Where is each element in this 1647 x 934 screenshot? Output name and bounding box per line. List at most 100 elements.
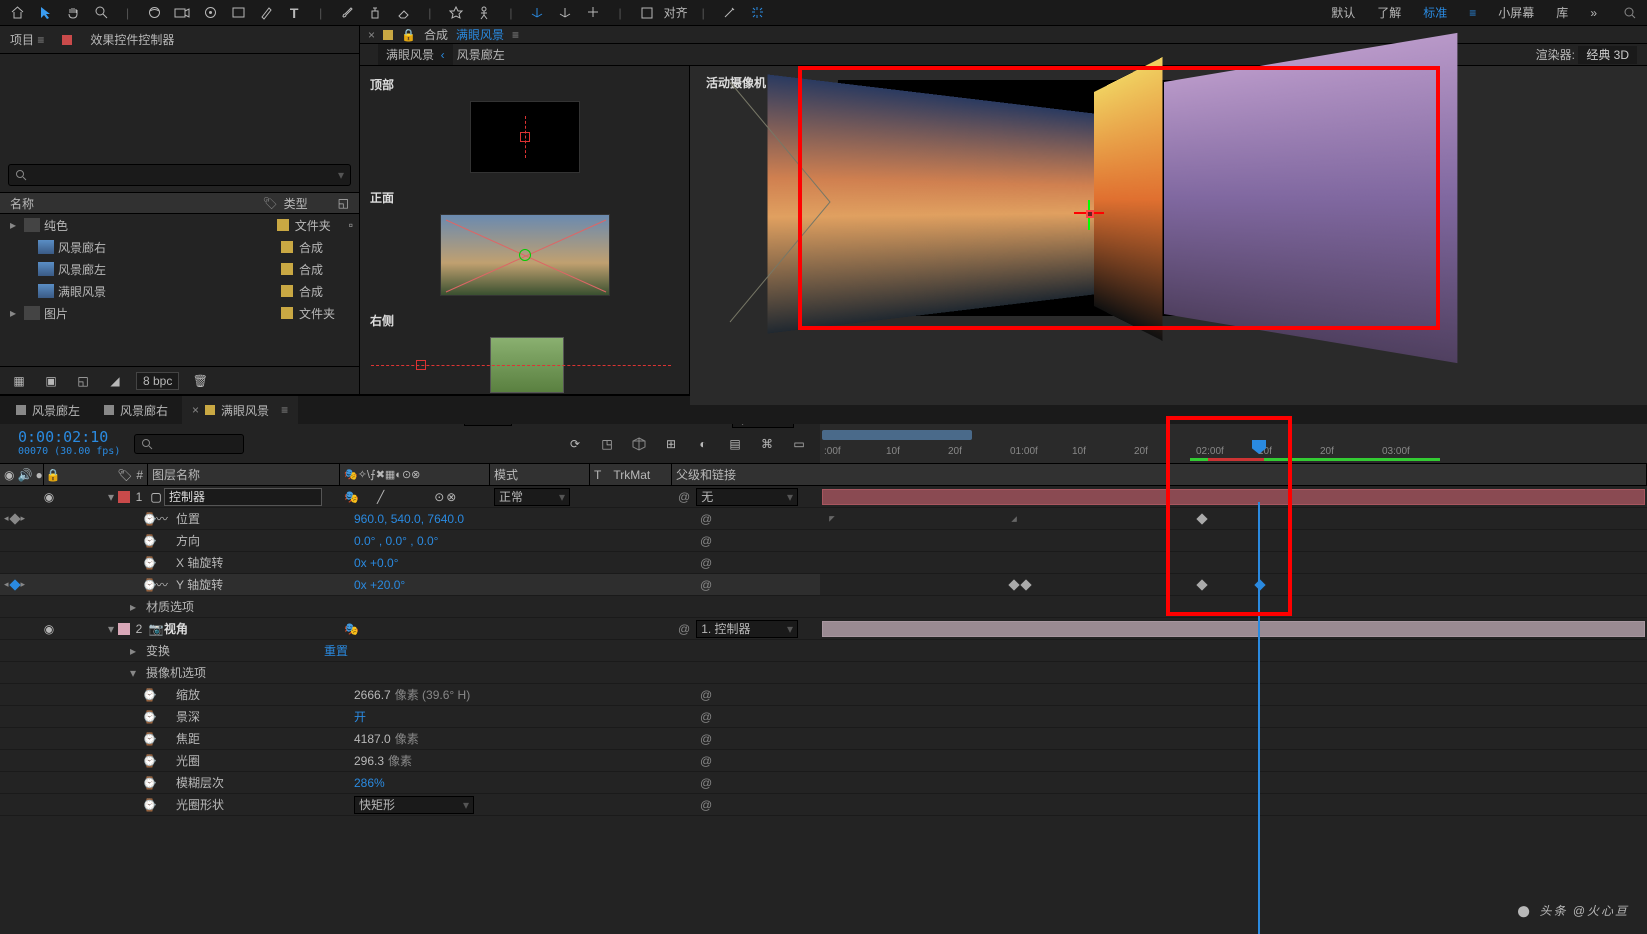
workspace-default[interactable]: 默认	[1331, 4, 1355, 21]
property-row[interactable]: ⌚方向0.0° , 0.0° , 0.0°@	[0, 530, 820, 552]
axis-world-icon[interactable]	[555, 2, 577, 24]
workspace-learn[interactable]: 了解	[1377, 4, 1401, 21]
workspace-standard[interactable]: 标准	[1423, 4, 1447, 21]
col-layername[interactable]: 图层名称	[148, 464, 340, 485]
property-row[interactable]: ⌚缩放2666.7像素 (39.6° H)@	[0, 684, 820, 706]
keyframe-icon[interactable]	[1008, 579, 1019, 590]
active-camera-view[interactable]: 活动摄像机	[690, 66, 1647, 405]
visibility-toggle[interactable]: ◉	[40, 490, 58, 504]
property-row[interactable]: ⌚景深开@	[0, 706, 820, 728]
text-tool-icon[interactable]: T	[283, 2, 305, 24]
eraser-tool-icon[interactable]	[392, 2, 414, 24]
zoom-tool-icon[interactable]	[90, 2, 112, 24]
view-right-thumb[interactable]	[490, 337, 564, 393]
new-comp-icon[interactable]: ◱	[72, 370, 94, 392]
snap-icon[interactable]	[636, 2, 658, 24]
tl-icon-graph[interactable]: ▤	[724, 433, 746, 455]
brush-tool-icon[interactable]	[336, 2, 358, 24]
crumb-other[interactable]: 风景廊左	[457, 46, 505, 63]
property-row[interactable]: ⌚焦距4187.0像素@	[0, 728, 820, 750]
adjust-icon[interactable]: ◢	[104, 370, 126, 392]
col-mode[interactable]: 模式	[490, 464, 590, 485]
tl-icon-book[interactable]: ▭	[788, 433, 810, 455]
renderer-value[interactable]: 经典 3D	[1578, 46, 1637, 64]
parent-dropdown[interactable]: 无▾	[696, 488, 798, 506]
property-row[interactable]: ⌚模糊层次286%@	[0, 772, 820, 794]
tl-icon-shy[interactable]: ◳	[596, 433, 618, 455]
tab-project[interactable]: 项目 ≡	[10, 31, 44, 48]
property-row[interactable]: ◂▸⌚〰Y 轴旋转0x +20.0°@	[0, 574, 820, 596]
keyframe-icon[interactable]	[1020, 579, 1031, 590]
timeline-timecode[interactable]: 0:00:02:10	[18, 428, 134, 446]
aperture-shape-dropdown[interactable]: 快矩形▾	[354, 796, 474, 814]
property-row[interactable]: ◂▸⌚〰位置960.0, 540.0, 7640.0@	[0, 508, 820, 530]
tl-icon-brain[interactable]: ⌘	[756, 433, 778, 455]
search-help-icon[interactable]	[1619, 2, 1641, 24]
tl-icon-comp[interactable]: ⟳	[564, 433, 586, 455]
keyframe-icon[interactable]	[1008, 513, 1019, 524]
axis-view-icon[interactable]	[583, 2, 605, 24]
project-item[interactable]: 风景廊左合成	[0, 258, 359, 280]
comp-menu-icon[interactable]: ≡	[512, 28, 519, 42]
timeline-tab[interactable]: 风景廊左	[6, 396, 90, 424]
align-label[interactable]: 对齐	[664, 4, 688, 21]
timeline-tab[interactable]: ×满眼风景≡	[182, 396, 298, 424]
roto-tool-icon[interactable]	[445, 2, 467, 24]
property-group-row[interactable]: ▸变换重置	[0, 640, 820, 662]
hand-tool-icon[interactable]	[62, 2, 84, 24]
layer-name-input[interactable]	[164, 488, 322, 506]
project-search[interactable]: ▾	[8, 164, 351, 186]
comp-active-name[interactable]: 满眼风景	[456, 26, 504, 43]
magic-tool-icon[interactable]	[719, 2, 741, 24]
workspace-menu-icon[interactable]: ≡	[1469, 6, 1476, 20]
blend-mode-dropdown[interactable]: 正常▾	[494, 488, 570, 506]
project-item[interactable]: ▸纯色文件夹▫	[0, 214, 359, 236]
view-front-thumb[interactable]	[440, 214, 610, 296]
lock-icon[interactable]: 🔒	[401, 28, 416, 42]
work-area-bar[interactable]	[822, 430, 972, 440]
project-item[interactable]: 满眼风景合成	[0, 280, 359, 302]
orbit-tool-icon[interactable]	[143, 2, 165, 24]
timeline-tab[interactable]: 风景廊右	[94, 396, 178, 424]
layer-row[interactable]: ◉ ▾ 2 📷 视角 🎭 @1. 控制器▾	[0, 618, 820, 640]
tl-icon-frameblend[interactable]: ⊞	[660, 433, 682, 455]
layer-color[interactable]	[118, 491, 130, 503]
property-group-row[interactable]: ▸材质选项	[0, 596, 820, 618]
project-item[interactable]: 风景廊右合成	[0, 236, 359, 258]
col-name[interactable]: 名称	[10, 195, 262, 212]
tl-icon-motionblur[interactable]: ◐	[692, 433, 714, 455]
col-parent[interactable]: 父级和链接	[672, 464, 1647, 485]
property-row[interactable]: ⌚光圈296.3像素@	[0, 750, 820, 772]
snap-toggle-icon[interactable]	[747, 2, 769, 24]
tab-effect-controls[interactable]: 效果控件控制器	[90, 31, 174, 48]
layer-row[interactable]: ◉ ▾ 1 ▢ 🎭╱⊙⊗ 正常▾ @无▾	[0, 486, 820, 508]
property-group-row[interactable]: ▾摄像机选项	[0, 662, 820, 684]
interpret-icon[interactable]: ▦	[8, 370, 30, 392]
pan-behind-tool-icon[interactable]	[199, 2, 221, 24]
visibility-toggle[interactable]: ◉	[40, 622, 58, 636]
selection-tool-icon[interactable]	[34, 2, 56, 24]
clone-tool-icon[interactable]	[364, 2, 386, 24]
rect-tool-icon[interactable]	[227, 2, 249, 24]
axis-local-icon[interactable]	[527, 2, 549, 24]
tl-icon-draft3d-icon[interactable]	[628, 433, 650, 455]
new-folder-icon[interactable]: ▣	[40, 370, 62, 392]
parent-dropdown[interactable]: 1. 控制器▾	[696, 620, 798, 638]
keyframe-icon[interactable]	[826, 513, 837, 524]
col-type[interactable]: 类型	[284, 195, 338, 212]
crumb-active[interactable]: 满眼风景 ‹	[378, 44, 453, 65]
workspace-overflow-icon[interactable]: »	[1590, 6, 1597, 20]
workspace-small[interactable]: 小屏幕	[1498, 4, 1534, 21]
trash-icon[interactable]: 🗑	[189, 370, 211, 392]
project-bpc[interactable]: 8 bpc	[136, 372, 179, 390]
project-item[interactable]: ▸图片文件夹	[0, 302, 359, 324]
property-row[interactable]: ⌚X 轴旋转0x +0.0°@	[0, 552, 820, 574]
layer-color[interactable]	[118, 623, 130, 635]
timeline-search[interactable]	[134, 424, 254, 463]
workspace-library[interactable]: 库	[1556, 4, 1568, 21]
property-row[interactable]: ⌚光圈形状快矩形▾@	[0, 794, 820, 816]
camera-tool-icon[interactable]	[171, 2, 193, 24]
layer-bar[interactable]	[822, 621, 1645, 637]
puppet-tool-icon[interactable]	[473, 2, 495, 24]
timeline-ruler[interactable]: :00f 10f 20f 01:00f 10f 20f 02:00f 10f 2…	[820, 424, 1647, 463]
